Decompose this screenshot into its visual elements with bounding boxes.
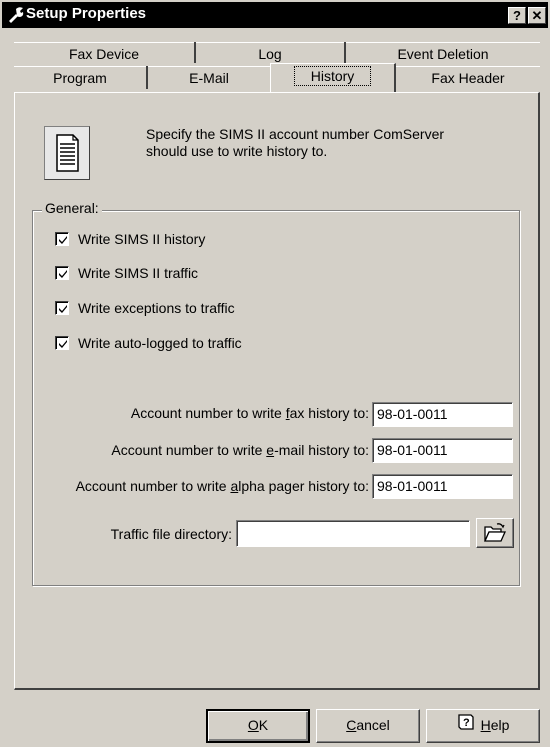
cancel-button[interactable]: Cancel bbox=[316, 709, 420, 743]
setup-properties-window: Setup Properties ? ✕ Fax Device Log Even… bbox=[0, 0, 550, 747]
tab-fax-header[interactable]: Fax Header bbox=[396, 66, 540, 90]
title-bar[interactable]: Setup Properties ? ✕ bbox=[2, 2, 548, 28]
window-title: Setup Properties bbox=[26, 5, 147, 22]
close-button[interactable]: ✕ bbox=[528, 7, 546, 24]
email-history-label: Account number to write e-mail history t… bbox=[111, 442, 369, 458]
help-button[interactable]: ? Help bbox=[426, 709, 540, 743]
svg-text:?: ? bbox=[463, 717, 470, 729]
help-book-icon: ? bbox=[457, 711, 475, 742]
checkbox-box[interactable] bbox=[55, 301, 69, 315]
checkbox-box[interactable] bbox=[55, 266, 69, 280]
tab-program[interactable]: Program bbox=[14, 66, 146, 90]
tab-fax-device[interactable]: Fax Device bbox=[14, 42, 194, 64]
checkbox-label: Write SIMS II history bbox=[78, 231, 206, 247]
tab-label: Fax Device bbox=[68, 46, 140, 62]
ok-button[interactable]: OK bbox=[206, 709, 310, 743]
checkbox-box[interactable] bbox=[55, 232, 69, 246]
check-icon bbox=[59, 236, 67, 244]
tab-label: Fax Header bbox=[431, 70, 505, 86]
checkbox-label: Write SIMS II traffic bbox=[78, 265, 199, 281]
description-line-1: Specify the SIMS II account number ComSe… bbox=[146, 126, 445, 142]
document-icon bbox=[44, 126, 90, 180]
browse-folder-button[interactable] bbox=[476, 518, 514, 548]
description-line-2: should use to write history to. bbox=[146, 143, 328, 159]
tab-label: Program bbox=[53, 70, 107, 86]
tab-label: E-Mail bbox=[189, 70, 229, 86]
tab-log[interactable]: Log bbox=[196, 42, 344, 64]
tab-email[interactable]: E-Mail bbox=[148, 66, 270, 90]
tab-event-deletion[interactable]: Event Deletion bbox=[346, 42, 540, 64]
check-icon bbox=[59, 270, 67, 278]
traffic-directory-input[interactable] bbox=[236, 520, 470, 547]
fax-history-account-input[interactable]: 98-01-0011 bbox=[372, 402, 513, 427]
traffic-directory-label: Traffic file directory: bbox=[110, 526, 232, 542]
tab-history[interactable]: History bbox=[270, 63, 396, 93]
checkbox-label: Write auto-logged to traffic bbox=[78, 335, 242, 351]
pager-history-label: Account number to write alpha pager hist… bbox=[75, 478, 369, 494]
checkbox-box[interactable] bbox=[55, 336, 69, 350]
help-title-button[interactable]: ? bbox=[508, 7, 526, 24]
wrench-icon bbox=[7, 6, 25, 24]
check-icon bbox=[59, 305, 67, 313]
fax-history-label: Account number to write fax history to: bbox=[130, 405, 369, 421]
general-group-label: General: bbox=[42, 200, 102, 216]
tab-label: Log bbox=[258, 46, 282, 62]
pager-history-account-input[interactable]: 98-01-0011 bbox=[372, 474, 513, 499]
folder-open-icon bbox=[483, 523, 507, 547]
tab-label: History bbox=[293, 66, 372, 86]
checkbox-label: Write exceptions to traffic bbox=[78, 300, 235, 316]
tab-label: Event Deletion bbox=[397, 46, 489, 62]
history-description: Specify the SIMS II account number ComSe… bbox=[146, 126, 444, 160]
email-history-account-input[interactable]: 98-01-0011 bbox=[372, 438, 513, 463]
check-icon bbox=[59, 340, 67, 348]
